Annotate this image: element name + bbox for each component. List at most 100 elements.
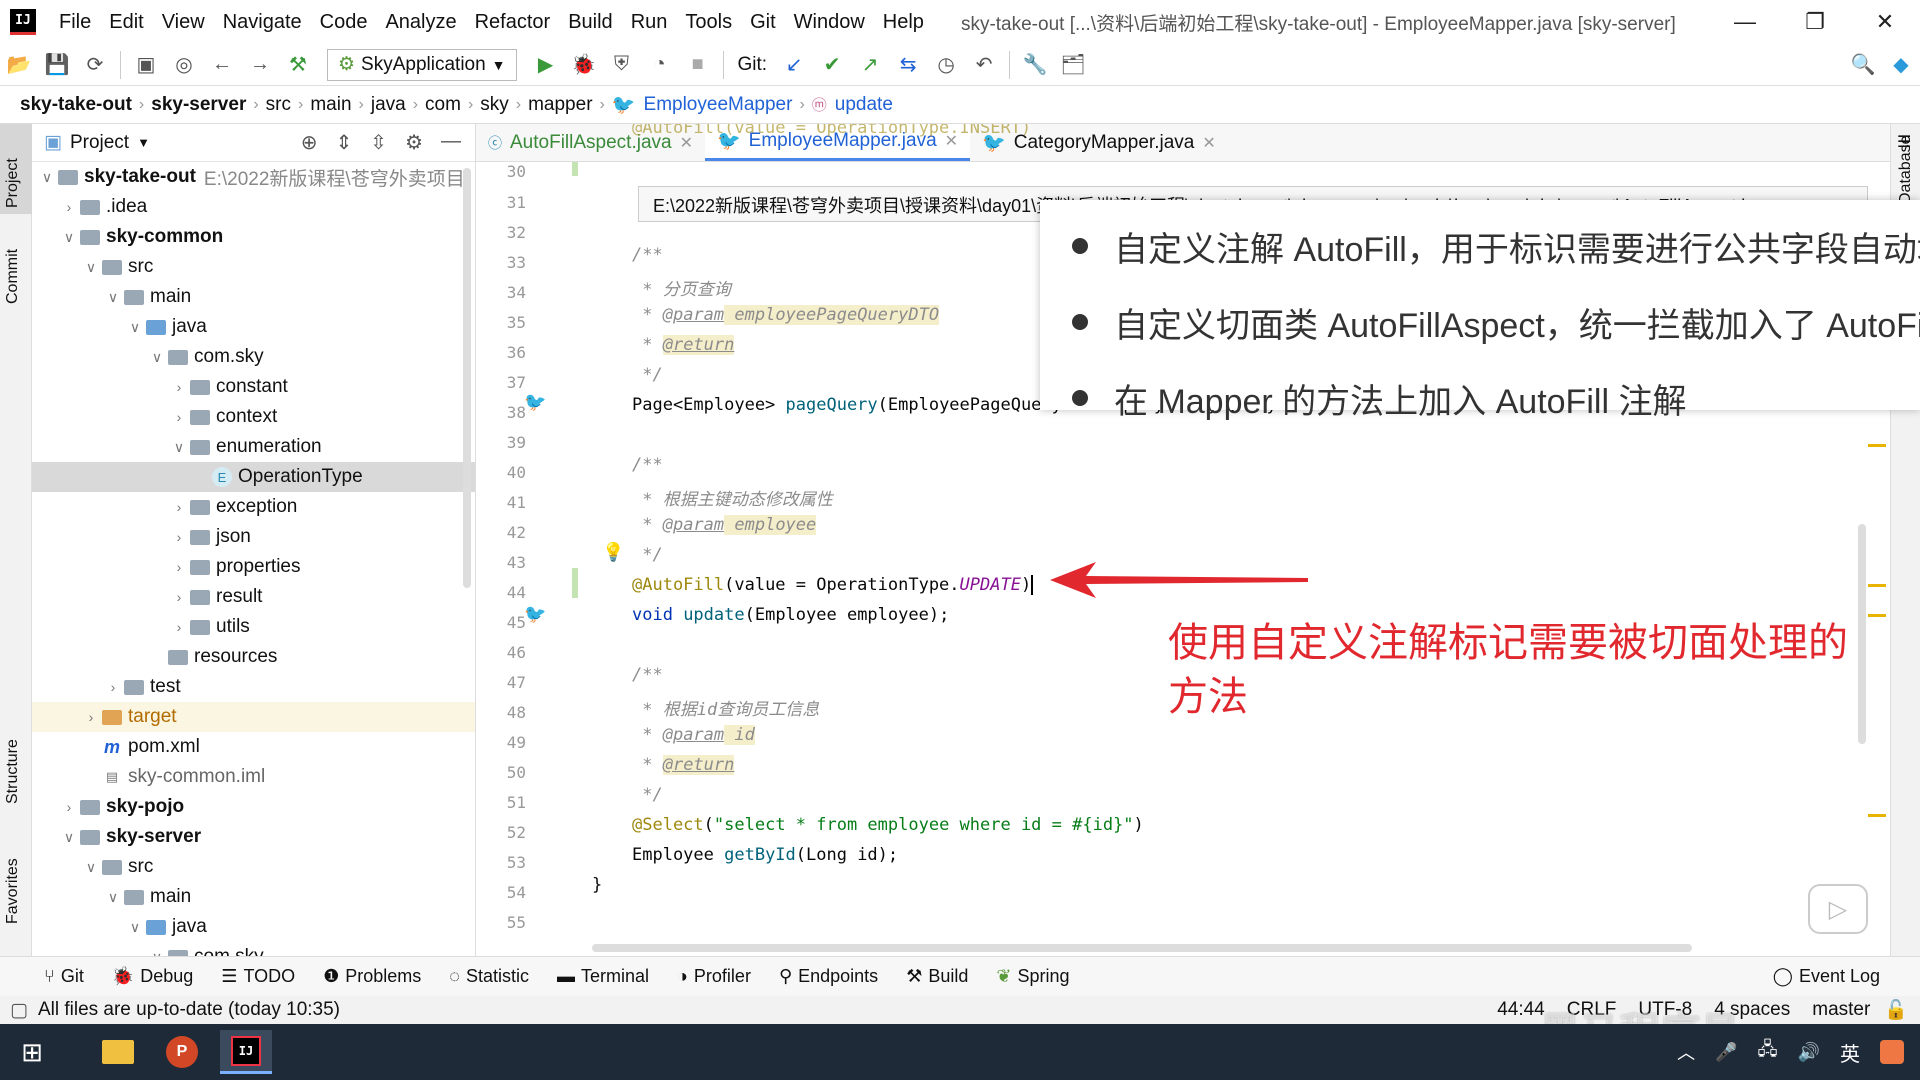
locate-icon[interactable]: ⊕ [301,130,318,155]
tree-row-main[interactable]: ∨ main [32,882,475,912]
menu-help[interactable]: Help [874,11,933,34]
toolwin-spring[interactable]: ❦ Spring [982,966,1083,987]
git-commit-icon[interactable]: ✔ [813,52,851,77]
menu-view[interactable]: View [153,11,214,34]
mapper-navigation-icon[interactable]: 🐦 [524,392,546,413]
project-panel-title[interactable]: Project [70,132,129,154]
forward-icon[interactable]: → [241,53,279,76]
expand-all-icon[interactable]: ⇕ [336,130,353,155]
tree-row-java[interactable]: ∨ java [32,312,475,342]
tree-row-utils[interactable]: › utils [32,612,475,642]
tree-row-test[interactable]: › test [32,672,475,702]
menu-tools[interactable]: Tools [676,11,741,34]
commit-tool-tab[interactable]: Commit [4,249,22,304]
close-icon[interactable]: ✕ [1850,9,1920,35]
caret-position[interactable]: 44:44 [1497,999,1545,1021]
breadcrumb-item[interactable]: java [367,94,410,116]
coverage-icon[interactable]: ⛨ [603,53,641,76]
network-icon[interactable]: 🖧 [1758,1037,1778,1067]
toolwin-todo[interactable]: ☰ TODO [207,966,309,987]
tree-row-exception[interactable]: › exception [32,492,475,522]
project-tool-tab[interactable]: Project [4,158,22,208]
tree-row-enumeration[interactable]: ∨ enumeration [32,432,475,462]
menu-navigate[interactable]: Navigate [214,11,311,34]
git-push-icon[interactable]: ↗ [851,52,889,77]
tree-row-sky-common[interactable]: ∨ sky-common [32,222,475,252]
project-structure-icon[interactable]: ▣ [127,52,165,77]
lock-icon[interactable]: 🔓 [1884,998,1908,1022]
build-hammer-icon[interactable]: ⚒ [279,52,317,77]
tree-row-com-sky[interactable]: ∨ com.sky [32,942,475,956]
tree-row-idea[interactable]: › .idea [32,192,475,222]
tree-row-result[interactable]: › result [32,582,475,612]
git-branch[interactable]: master [1812,999,1870,1021]
powerpoint-icon[interactable]: P [156,1030,208,1074]
intention-bulb-icon[interactable]: 💡 [602,542,624,563]
menu-file[interactable]: File [50,11,100,34]
menu-code[interactable]: Code [311,11,377,34]
tree-row-main[interactable]: ∨ main [32,282,475,312]
tree-row-java[interactable]: ∨ java [32,912,475,942]
tree-row-constant[interactable]: › constant [32,372,475,402]
rollback-icon[interactable]: ↶ [965,52,1003,77]
jetbrains-icon[interactable]: ◆ [1882,52,1920,77]
horizontal-scrollbar[interactable] [592,944,1692,952]
project-structure-folder-icon[interactable]: 🗂 [1054,52,1092,77]
menu-refactor[interactable]: Refactor [466,11,560,34]
sync-icon[interactable]: ⟳ [76,52,114,77]
notification-app-icon[interactable] [1880,1040,1904,1064]
tree-row-sky-common-iml[interactable]: ▤ sky-common.iml [32,762,475,792]
tree-row-src[interactable]: ∨ src [32,252,475,282]
run-configuration-select[interactable]: ⚙ SkyApplication ▼ [327,48,517,81]
project-scrollbar[interactable] [463,168,471,588]
tree-row-resources[interactable]: resources [32,642,475,672]
tree-row-sky-server[interactable]: ∨ sky-server [32,822,475,852]
tree-row-json[interactable]: › json [32,522,475,552]
tray-chevron-icon[interactable]: ︿ [1677,1039,1695,1065]
toolwin-statistic[interactable]: ◌ Statistic [435,966,543,987]
history-icon[interactable]: ◷ [927,52,965,77]
toolwin-git[interactable]: ⑂ Git [0,966,98,987]
breadcrumb-item[interactable]: sky-take-out [16,94,136,116]
breadcrumb-item[interactable]: mapper [524,94,596,116]
tree-row-context[interactable]: › context [32,402,475,432]
tree-row-target[interactable]: › target [32,702,475,732]
toolwin-problems[interactable]: ❶ Problems [309,966,435,987]
open-folder-icon[interactable]: 📂 [0,52,38,77]
breadcrumb-item[interactable]: EmployeeMapper [640,94,797,116]
volume-icon[interactable]: 🔊 [1798,1042,1820,1063]
file-explorer-icon[interactable] [92,1030,144,1074]
breadcrumb-item[interactable]: com [421,94,465,116]
minimize-icon[interactable]: — [1710,9,1780,35]
favorites-tool-tab[interactable]: Favorites [4,858,22,924]
breadcrumb-item[interactable]: sky [476,94,513,116]
hide-icon[interactable]: — [441,130,461,155]
tree-row-operationtype[interactable]: E OperationType [32,462,475,492]
toolwin-debug[interactable]: 🐞 Debug [98,966,207,987]
ime-indicator[interactable]: 英 [1840,1038,1860,1067]
back-icon[interactable]: ← [203,53,241,76]
restore-icon[interactable]: ❐ [1780,9,1850,35]
mapper-navigation-icon[interactable]: 🐦 [524,604,546,625]
toolwin-event-log[interactable]: ◯ Event Log [1759,966,1920,987]
menu-build[interactable]: Build [559,11,621,34]
gear-icon[interactable]: ⚙ [405,130,423,155]
tree-row-properties[interactable]: › properties [32,552,475,582]
settings-wrench-icon[interactable]: 🔧 [1016,52,1054,77]
windows-start-icon[interactable]: ⊞ [6,1030,58,1074]
debug-icon[interactable]: 🐞 [565,52,603,77]
breadcrumb-item[interactable]: update [831,94,897,116]
status-layout-icon[interactable]: ▢ [10,999,28,1022]
menu-analyze[interactable]: Analyze [376,11,465,34]
menu-run[interactable]: Run [622,11,677,34]
structure-tool-tab[interactable]: Structure [4,739,22,804]
menu-edit[interactable]: Edit [100,11,152,34]
video-play-button[interactable]: ▷ [1808,884,1868,934]
git-fetch-icon[interactable]: ⇆ [889,52,927,77]
stop-icon[interactable]: ■ [679,53,717,76]
menu-git[interactable]: Git [741,11,785,34]
database-tool-tab[interactable]: Database [1897,136,1915,205]
chevron-down-icon[interactable]: ▼ [137,135,150,150]
breadcrumb-item[interactable]: sky-server [147,94,250,116]
toolwin-terminal[interactable]: ▬ Terminal [543,966,663,987]
